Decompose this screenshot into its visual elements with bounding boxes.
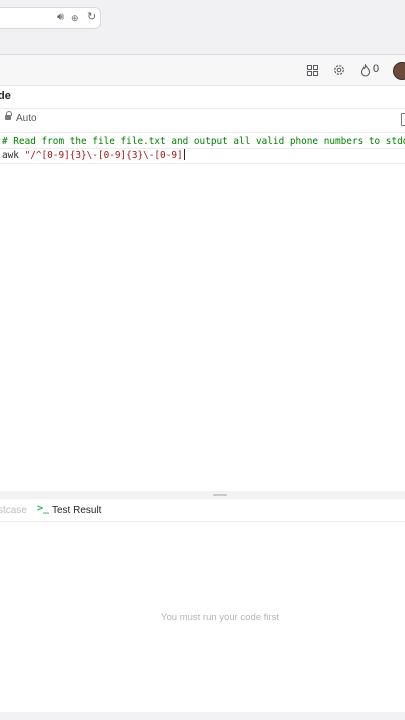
gear-icon[interactable] bbox=[332, 62, 346, 78]
code-string: "/^[0-9]{3}\-[0-9]{3}\-[0-9] bbox=[24, 150, 183, 161]
bookmark-icon[interactable] bbox=[401, 113, 405, 126]
speaker-icon[interactable]: 🔊︎ bbox=[57, 10, 64, 24]
tab-testcase[interactable]: stcase bbox=[0, 505, 27, 516]
code-panel-title: de bbox=[0, 90, 11, 102]
language-selector[interactable]: Auto bbox=[16, 113, 37, 124]
code-line-comment[interactable]: # Read from the file file.txt and output… bbox=[2, 136, 405, 148]
text-cursor bbox=[183, 149, 185, 160]
streak-count: 0 bbox=[373, 63, 380, 75]
terminal-prompt-icon: >_ bbox=[37, 503, 50, 514]
layout-grid-icon[interactable] bbox=[305, 62, 319, 78]
tab-test-result[interactable]: Test Result bbox=[52, 505, 101, 516]
code-line-awk[interactable]: awk "/^[0-9]{3}\-[0-9]{3}\-[0-9] bbox=[2, 149, 185, 162]
address-bar[interactable] bbox=[0, 7, 101, 29]
bottom-bar bbox=[0, 712, 405, 720]
panel-splitter[interactable] bbox=[0, 491, 405, 499]
empty-result-message: You must run your code first bbox=[161, 612, 279, 623]
code-keyword: awk bbox=[2, 150, 25, 161]
reload-icon[interactable]: ↻ bbox=[87, 10, 96, 24]
avatar[interactable] bbox=[393, 62, 405, 80]
splitter-handle[interactable] bbox=[213, 494, 227, 496]
lock-icon bbox=[5, 115, 11, 120]
flame-icon[interactable] bbox=[358, 62, 372, 78]
translate-icon[interactable]: ⊕ bbox=[71, 11, 79, 25]
editor-toolbar bbox=[0, 108, 405, 133]
